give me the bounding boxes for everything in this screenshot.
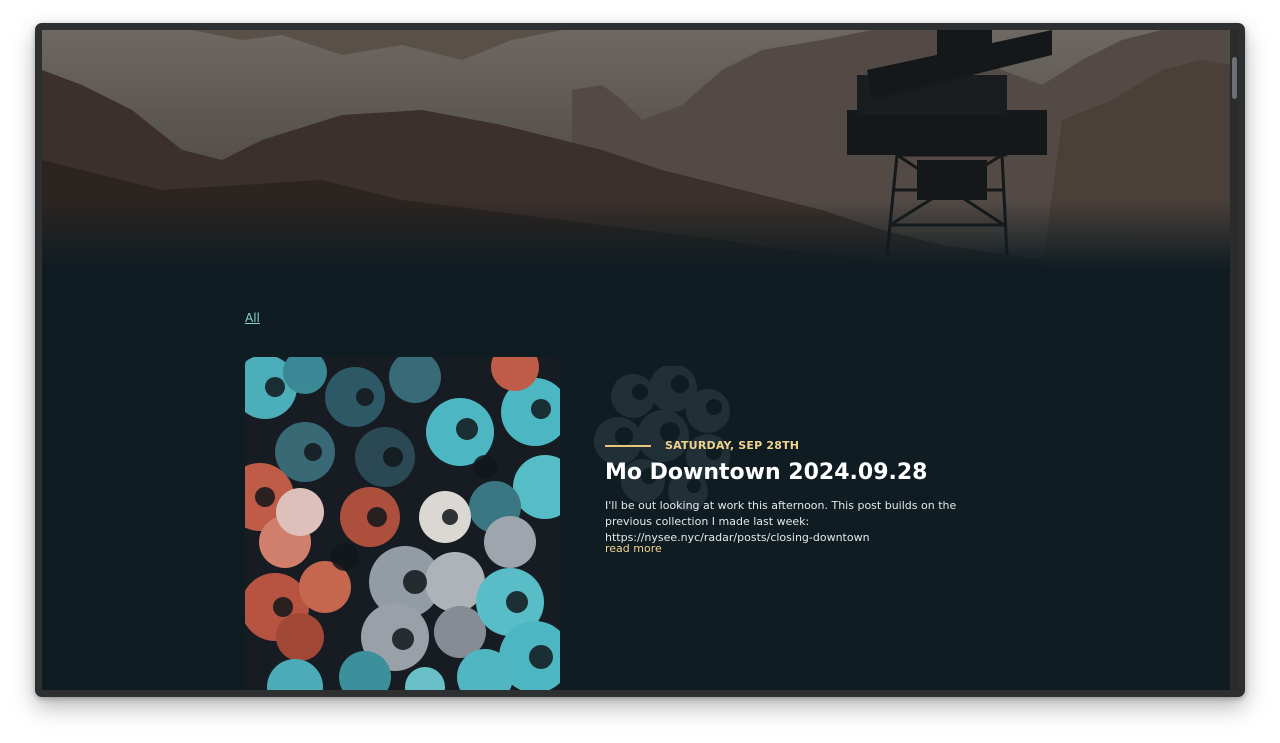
abstract-swirl-artwork — [245, 357, 560, 690]
post-excerpt: I'll be out looking at work this afterno… — [605, 499, 957, 544]
vertical-scrollbar[interactable] — [1230, 30, 1239, 690]
scrollbar-thumb[interactable] — [1232, 57, 1237, 99]
hero-banner-image — [42, 30, 1230, 270]
post-thumbnail-image[interactable] — [245, 357, 560, 690]
post-title-link[interactable]: Mo Downtown 2024.09.28 — [605, 460, 927, 485]
page-viewport: All SATURDAY, SEP 28TH Mo Downtown 2024.… — [42, 30, 1230, 690]
filter-all-link[interactable]: All — [245, 311, 260, 325]
hero-fade-overlay — [42, 200, 1230, 270]
post-date: SATURDAY, SEP 28TH — [665, 439, 800, 452]
date-accent-line — [605, 445, 651, 447]
browser-window: All SATURDAY, SEP 28TH Mo Downtown 2024.… — [35, 23, 1245, 697]
read-more-link[interactable]: read more — [605, 542, 662, 555]
